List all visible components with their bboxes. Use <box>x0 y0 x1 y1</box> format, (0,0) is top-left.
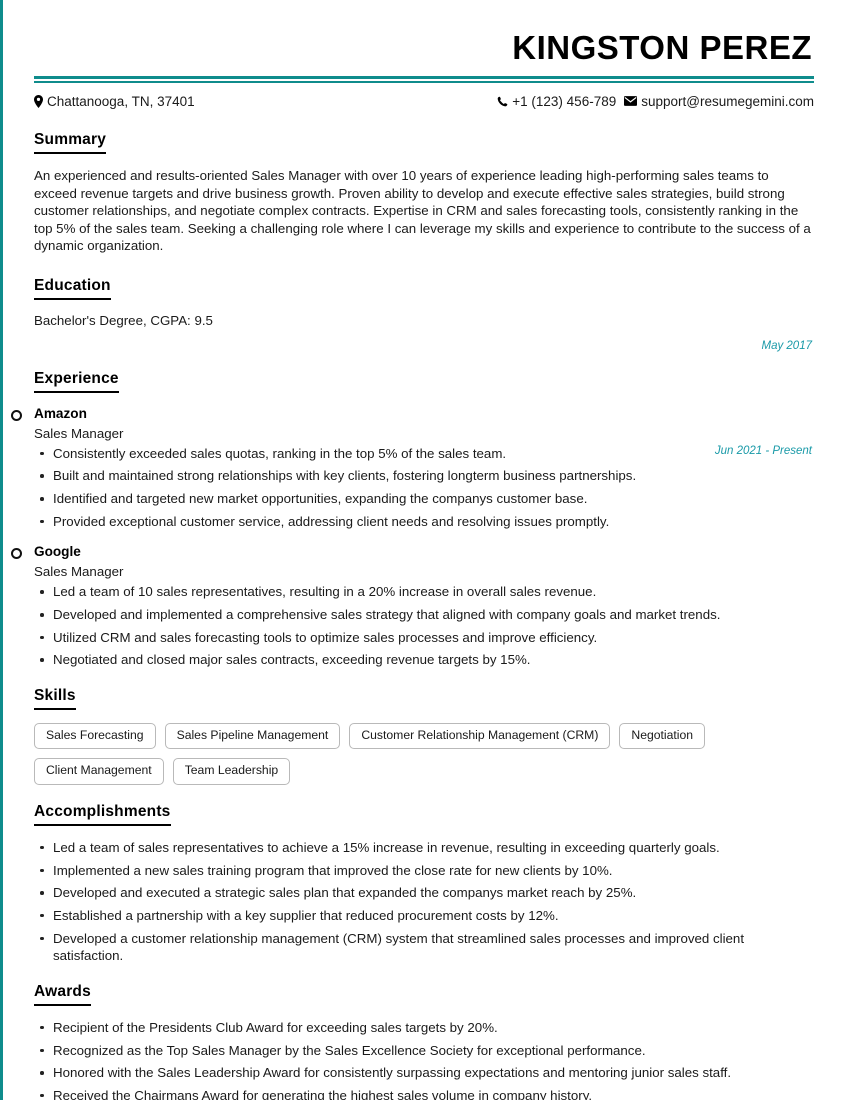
accomplishment-item: Established a partnership with a key sup… <box>34 907 814 925</box>
contact-left-group: Chattanooga, TN, 37401 <box>34 94 195 109</box>
award-item: Honored with the Sales Leadership Award … <box>34 1064 814 1082</box>
experience-item: Google Sales Manager Led a team of 10 sa… <box>11 544 814 669</box>
section-education: Education Bachelor's Degree, CGPA: 9.5 M… <box>34 277 814 352</box>
job-company: Amazon <box>34 405 87 421</box>
job-bullet: Led a team of 10 sales representatives, … <box>34 583 814 601</box>
envelope-icon <box>624 96 638 107</box>
section-skills: Skills Sales Forecasting Sales Pipeline … <box>34 687 814 785</box>
award-item: Recipient of the Presidents Club Award f… <box>34 1019 814 1037</box>
contact-location-text: Chattanooga, TN, 37401 <box>47 93 195 109</box>
job-header: Google <box>11 544 814 560</box>
accomplishment-item: Developed a customer relationship manage… <box>34 930 814 965</box>
accomplishment-item: Developed and executed a strategic sales… <box>34 884 814 902</box>
contact-bar: Chattanooga, TN, 37401 +1 (123) 456-789 … <box>34 94 814 109</box>
skill-pill[interactable]: Customer Relationship Management (CRM) <box>349 723 611 750</box>
job-bullet-list: Led a team of 10 sales representatives, … <box>34 583 814 669</box>
award-item: Received the Chairmans Award for generat… <box>34 1087 814 1100</box>
skill-pill[interactable]: Client Management <box>34 758 164 785</box>
section-title-experience: Experience <box>34 370 119 393</box>
skill-pill[interactable]: Negotiation <box>619 723 706 750</box>
section-title-skills: Skills <box>34 687 76 711</box>
job-bullet: Built and maintained strong relationship… <box>34 467 814 485</box>
left-accent-rail <box>0 0 3 1100</box>
section-title-summary: Summary <box>34 131 107 154</box>
award-item: Recognized as the Top Sales Manager by t… <box>34 1042 814 1060</box>
job-bullet: Provided exceptional customer service, a… <box>34 513 814 531</box>
education-degree: Bachelor's Degree, CGPA: 9.5 <box>34 312 213 328</box>
job-company: Google <box>34 544 81 560</box>
skill-pill[interactable]: Sales Forecasting <box>34 723 156 750</box>
header-divider-thin <box>34 80 814 83</box>
job-role: Sales Manager <box>34 564 124 580</box>
section-summary: Summary An experienced and results-orien… <box>34 131 814 255</box>
accomplishments-list: Led a team of sales representatives to a… <box>34 839 814 965</box>
resume-header: KINGSTON PEREZ Chattanooga, TN, 37401 +1… <box>34 0 814 109</box>
job-bullet: Utilized CRM and sales forecasting tools… <box>34 629 814 647</box>
map-pin-icon <box>34 94 43 108</box>
header-divider <box>34 75 814 83</box>
skill-pill[interactable]: Sales Pipeline Management <box>164 723 341 750</box>
resume-page: KINGSTON PEREZ Chattanooga, TN, 37401 +1… <box>0 0 850 1100</box>
awards-list: Recipient of the Presidents Club Award f… <box>34 1019 814 1100</box>
job-role: Sales Manager <box>34 425 124 441</box>
job-bullet: Identified and targeted new market oppor… <box>34 490 814 508</box>
contact-location: Chattanooga, TN, 37401 <box>34 94 195 109</box>
accomplishment-item: Led a team of sales representatives to a… <box>34 839 814 857</box>
job-bullet: Negotiated and closed major sales contra… <box>34 651 814 669</box>
section-title-awards: Awards <box>34 983 91 1006</box>
skill-pill[interactable]: Team Leadership <box>172 758 291 785</box>
job-bullet: Developed and implemented a comprehensiv… <box>34 606 814 624</box>
section-title-education: Education <box>34 277 111 300</box>
phone-icon <box>497 96 508 107</box>
contact-email-text: support@resumegemini.com <box>641 93 814 109</box>
candidate-name: KINGSTON PEREZ <box>512 29 812 66</box>
section-title-accomplishments: Accomplishments <box>34 803 171 826</box>
job-header: Amazon <box>11 405 814 421</box>
circle-marker-icon <box>11 409 22 421</box>
contact-phone-text: +1 (123) 456-789 <box>512 93 617 109</box>
contact-phone[interactable]: +1 (123) 456-789 <box>497 94 616 109</box>
contact-email[interactable]: support@resumegemini.com <box>624 94 814 109</box>
skills-list: Sales Forecasting Sales Pipeline Managem… <box>34 723 724 785</box>
section-accomplishments: Accomplishments Led a team of sales repr… <box>34 803 814 965</box>
section-awards: Awards Recipient of the Presidents Club … <box>34 983 814 1100</box>
job-body: Jun 2021 - Present Consistently exceeded… <box>34 445 814 531</box>
job-bullet-list: Consistently exceeded sales quotas, rank… <box>34 445 814 531</box>
job-bullet: Consistently exceeded sales quotas, rank… <box>34 445 814 463</box>
summary-text: An experienced and results-oriented Sale… <box>34 167 811 254</box>
experience-item: Amazon Sales Manager Jun 2021 - Present … <box>11 405 814 531</box>
section-experience: Experience Amazon Sales Manager Jun 2021… <box>11 370 814 669</box>
education-date: May 2017 <box>761 339 812 352</box>
job-body: Led a team of 10 sales representatives, … <box>34 583 814 669</box>
accomplishment-item: Implemented a new sales training program… <box>34 862 814 880</box>
contact-right-group: +1 (123) 456-789 support@resumegemini.co… <box>497 94 814 109</box>
circle-marker-icon <box>11 548 22 560</box>
